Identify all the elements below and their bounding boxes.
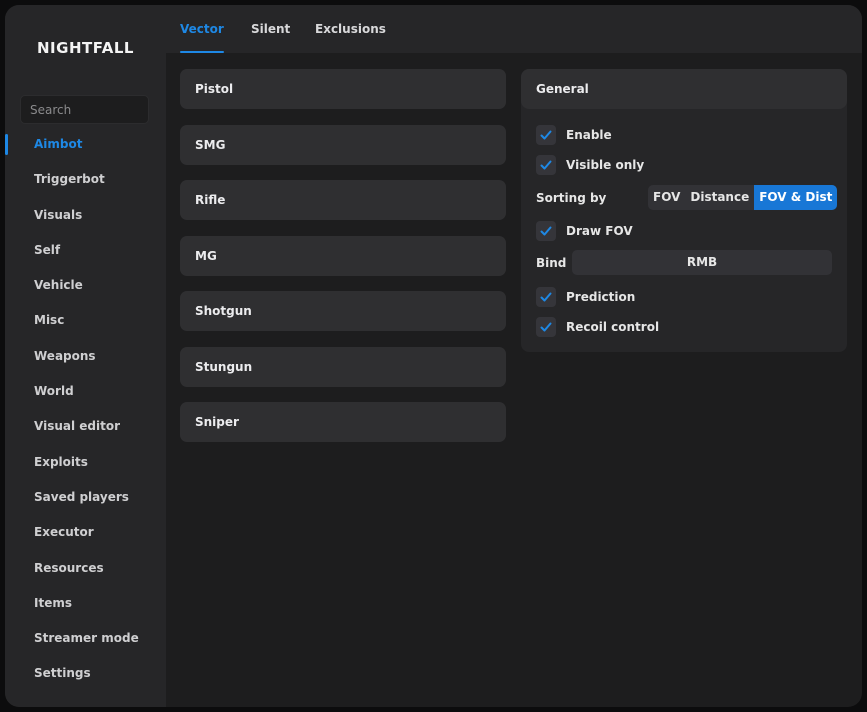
sidebar-nav: Aimbot Triggerbot Visuals Self Vehicle M… [5, 127, 166, 692]
visible-only-row: Visible only [536, 154, 644, 176]
sidebar-item-aimbot[interactable]: Aimbot [5, 127, 166, 162]
draw-fov-row: Draw FOV [536, 220, 633, 242]
check-icon [540, 130, 552, 140]
draw-fov-checkbox[interactable] [536, 221, 556, 241]
draw-fov-label: Draw FOV [566, 224, 633, 238]
sidebar-item-weapons[interactable]: Weapons [5, 339, 166, 374]
sidebar-item-world[interactable]: World [5, 374, 166, 409]
sorting-label: Sorting by [536, 191, 607, 205]
prediction-label: Prediction [566, 290, 636, 304]
sidebar-item-saved-players[interactable]: Saved players [5, 480, 166, 515]
panel-title: General [521, 69, 847, 109]
app-window: NIGHTFALL Aimbot Triggerbot Visuals Self… [5, 5, 862, 707]
enable-checkbox[interactable] [536, 125, 556, 145]
tab-exclusions[interactable]: Exclusions [315, 5, 386, 53]
prediction-checkbox[interactable] [536, 287, 556, 307]
sidebar-item-misc[interactable]: Misc [5, 303, 166, 338]
recoil-control-checkbox[interactable] [536, 317, 556, 337]
check-icon [540, 160, 552, 170]
weapon-smg[interactable]: SMG [180, 125, 506, 165]
bind-label: Bind [536, 256, 567, 270]
visible-only-checkbox[interactable] [536, 155, 556, 175]
sidebar-item-exploits[interactable]: Exploits [5, 445, 166, 480]
sorting-option-fov[interactable]: FOV [648, 185, 685, 210]
sidebar-item-vehicle[interactable]: Vehicle [5, 268, 166, 303]
sidebar-item-self[interactable]: Self [5, 233, 166, 268]
weapon-mg[interactable]: MG [180, 236, 506, 276]
check-icon [540, 322, 552, 332]
sidebar-item-items[interactable]: Items [5, 586, 166, 621]
weapon-sniper[interactable]: Sniper [180, 402, 506, 442]
weapon-pistol[interactable]: Pistol [180, 69, 506, 109]
app-logo: NIGHTFALL [37, 39, 134, 57]
search-input[interactable] [20, 95, 149, 124]
tab-bar: Vector Silent Exclusions [166, 5, 862, 53]
sidebar-item-triggerbot[interactable]: Triggerbot [5, 162, 166, 197]
sidebar-item-resources[interactable]: Resources [5, 551, 166, 586]
weapon-shotgun[interactable]: Shotgun [180, 291, 506, 331]
general-panel: General Enable Visible only Sorting by F… [521, 69, 847, 352]
sidebar-item-settings[interactable]: Settings [5, 656, 166, 691]
recoil-control-label: Recoil control [566, 320, 660, 334]
sorting-option-fov-dist[interactable]: FOV & Dist [754, 185, 838, 210]
sidebar-item-streamer-mode[interactable]: Streamer mode [5, 621, 166, 656]
sidebar-item-executor[interactable]: Executor [5, 515, 166, 550]
sorting-segmented-control: FOV Distance FOV & Dist [648, 185, 838, 210]
tab-vector[interactable]: Vector [180, 5, 224, 53]
visible-only-label: Visible only [566, 158, 645, 172]
sidebar: NIGHTFALL Aimbot Triggerbot Visuals Self… [5, 5, 166, 707]
tab-silent[interactable]: Silent [251, 5, 290, 53]
weapon-stungun[interactable]: Stungun [180, 347, 506, 387]
bind-key-button[interactable]: RMB [572, 250, 832, 275]
prediction-row: Prediction [536, 286, 635, 308]
check-icon [540, 292, 552, 302]
weapon-rifle[interactable]: Rifle [180, 180, 506, 220]
sorting-option-distance[interactable]: Distance [685, 185, 754, 210]
enable-row: Enable [536, 124, 612, 146]
enable-label: Enable [566, 128, 612, 142]
sidebar-item-visual-editor[interactable]: Visual editor [5, 409, 166, 444]
sidebar-item-visuals[interactable]: Visuals [5, 198, 166, 233]
check-icon [540, 226, 552, 236]
recoil-control-row: Recoil control [536, 316, 659, 338]
